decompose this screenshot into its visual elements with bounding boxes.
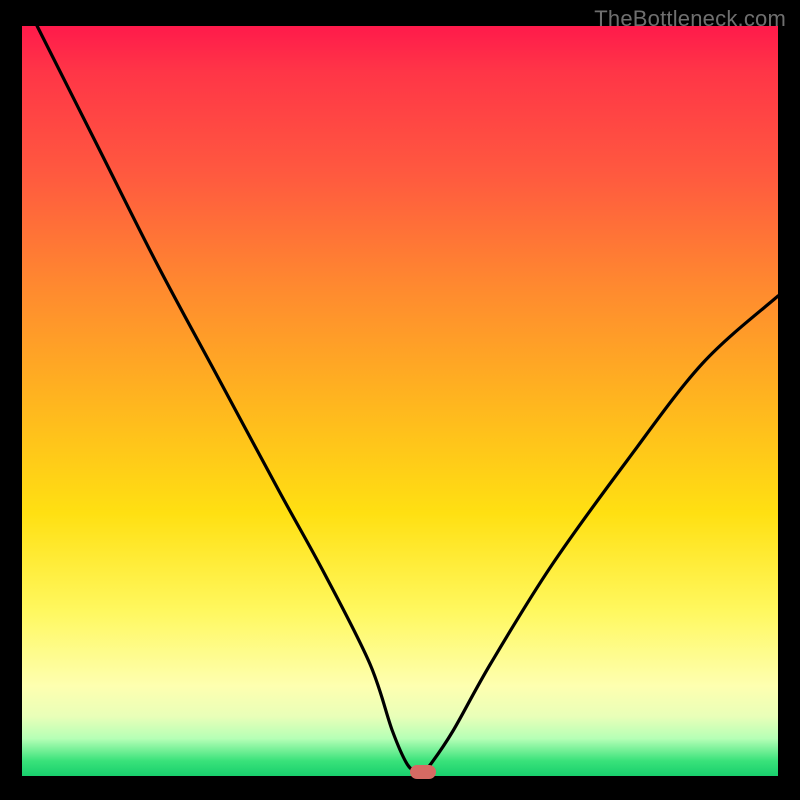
chart-frame: TheBottleneck.com — [0, 0, 800, 800]
minimum-marker — [410, 765, 436, 779]
bottleneck-curve — [22, 26, 778, 776]
plot-area — [22, 26, 778, 776]
watermark-text: TheBottleneck.com — [594, 6, 786, 32]
